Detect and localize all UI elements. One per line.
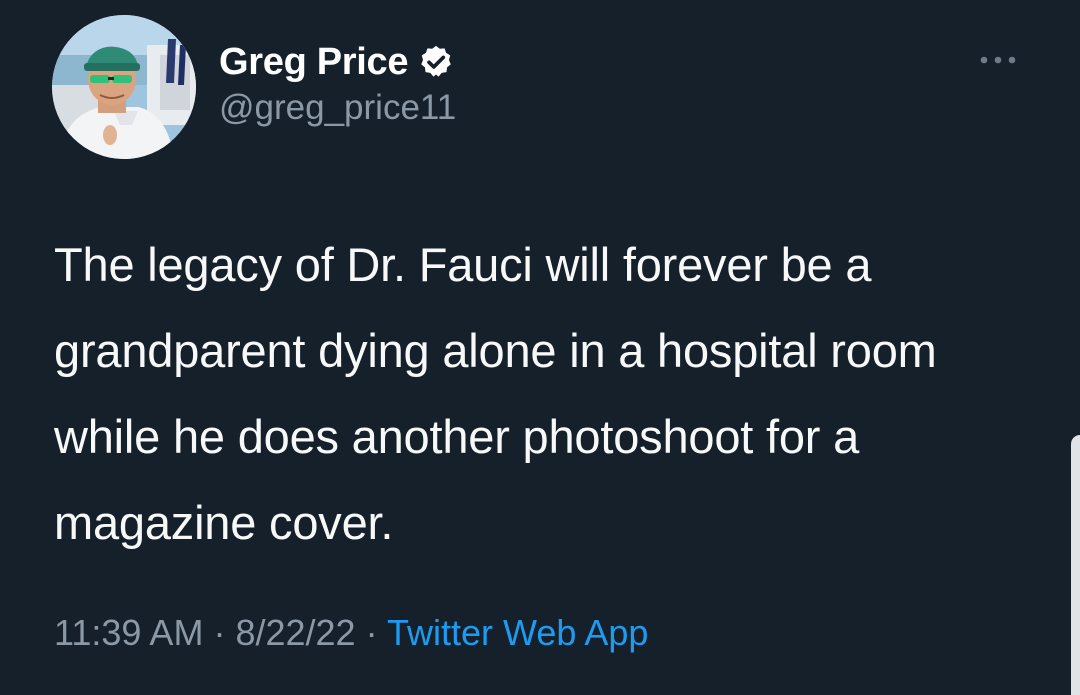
display-name[interactable]: Greg Price: [219, 41, 409, 84]
avatar[interactable]: [52, 15, 196, 159]
meta-separator: ·: [365, 612, 378, 653]
verified-badge-icon: [417, 43, 455, 81]
meta-separator: ·: [213, 612, 226, 653]
tweet-metadata: 11:39 AM · 8/22/22 · Twitter Web App: [54, 612, 648, 654]
tweet-text: The legacy of Dr. Fauci will forever be …: [54, 238, 937, 549]
avatar-photo: [52, 15, 196, 159]
user-handle[interactable]: @greg_price11: [219, 88, 456, 128]
author-info: Greg Price @greg_price11: [219, 38, 456, 128]
tweet-date[interactable]: 8/22/22: [235, 612, 355, 653]
name-row: Greg Price: [219, 38, 456, 86]
tweet-source-link[interactable]: Twitter Web App: [387, 612, 648, 653]
more-options-icon[interactable]: [970, 42, 1026, 78]
tweet-card: Greg Price @greg_price11 The legacy of D…: [0, 0, 1080, 695]
scrollbar[interactable]: [1071, 435, 1080, 695]
tweet-time[interactable]: 11:39 AM: [54, 612, 203, 653]
